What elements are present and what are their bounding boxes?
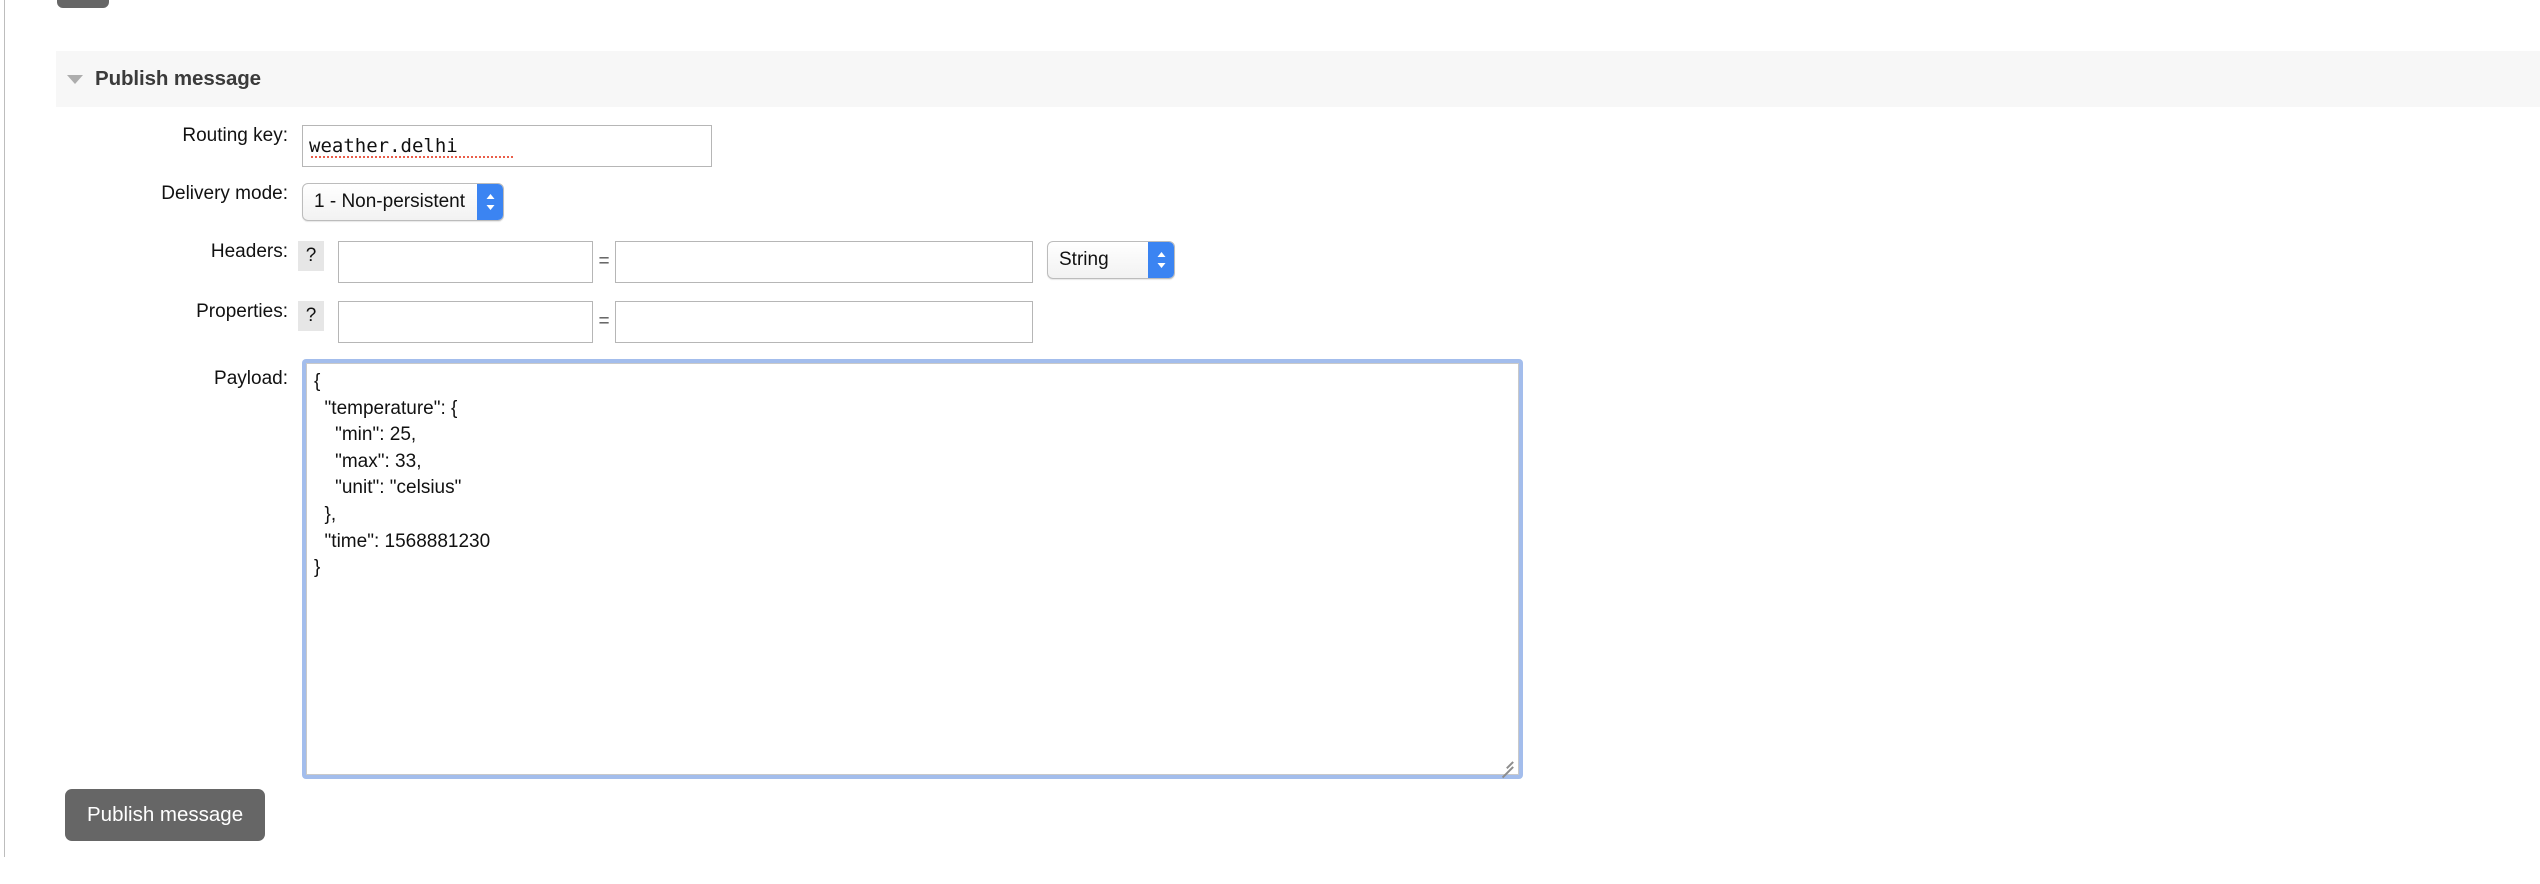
payload-textarea[interactable] [306,363,1519,775]
headers-equals-sign: = [598,251,610,272]
headers-help-icon[interactable]: ? [298,241,324,271]
properties-value-input[interactable] [615,301,1033,343]
properties-row: Properties: ? = [8,301,2540,343]
headers-type-select[interactable]: String [1047,241,1175,279]
chevron-up-down-icon[interactable] [1148,242,1174,278]
publish-message-form: Routing key: Delivery mode: 1 - Non-pers… [8,107,2540,779]
delivery-mode-row: Delivery mode: 1 - Non-persistent [8,183,2540,221]
properties-help-icon[interactable]: ? [298,301,324,331]
headers-value-input[interactable] [615,241,1033,283]
clipped-top-button[interactable] [57,0,109,8]
headers-type-selected-value: String [1059,249,1109,270]
chevron-up-down-icon[interactable] [477,184,504,220]
routing-key-input[interactable] [302,125,712,167]
delivery-mode-label: Delivery mode: [161,183,288,204]
publish-message-button[interactable]: Publish message [65,789,266,841]
delivery-mode-select[interactable]: 1 - Non-persistent [302,183,505,221]
page-left-border [4,0,5,857]
page-title: Publish message [95,67,261,90]
triangle-down-icon[interactable] [67,74,83,84]
headers-row: Headers: ? = String [8,241,2540,283]
routing-key-row: Routing key: [8,125,2540,167]
routing-key-label: Routing key: [182,125,288,146]
payload-label: Payload: [214,368,288,389]
headers-key-input[interactable] [338,241,593,283]
properties-key-input[interactable] [338,301,593,343]
payload-row: Payload: [8,359,2540,779]
properties-label: Properties: [196,301,288,322]
publish-message-section-header[interactable]: Publish message [56,51,2540,107]
routing-key-field-wrap [302,125,712,167]
delivery-mode-selected-value: 1 - Non-persistent [314,191,466,212]
properties-equals-sign: = [598,311,610,332]
payload-field-wrap [302,359,1523,779]
headers-label: Headers: [210,241,288,262]
